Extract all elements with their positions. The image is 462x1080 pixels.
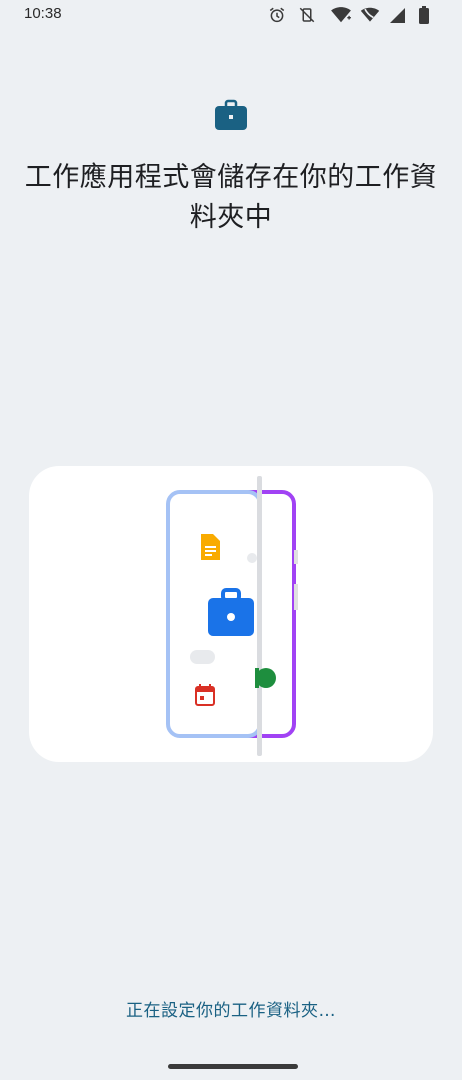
- profile-illustration: [166, 476, 298, 756]
- setup-status-text: 正在設定你的工作資料夾…: [126, 1001, 336, 1021]
- gesture-nav-bar[interactable]: [168, 1064, 298, 1069]
- phone-wifi-icon: [360, 7, 380, 22]
- illustration-card: [29, 466, 433, 762]
- green-app-icon: [251, 668, 276, 688]
- battery-icon: [419, 6, 429, 24]
- wifi-icon: [331, 7, 351, 23]
- page-title: 工作應用程式會儲存在你的工作資料夾中: [24, 162, 438, 233]
- briefcase-icon: [215, 99, 247, 130]
- profile-divider: [257, 476, 262, 756]
- alarm-icon: [269, 7, 285, 23]
- signal-icon: [390, 8, 405, 23]
- status-time: 10:38: [24, 5, 62, 22]
- vibrate-off-icon: [299, 7, 315, 23]
- status-bar: 10:38: [0, 0, 462, 32]
